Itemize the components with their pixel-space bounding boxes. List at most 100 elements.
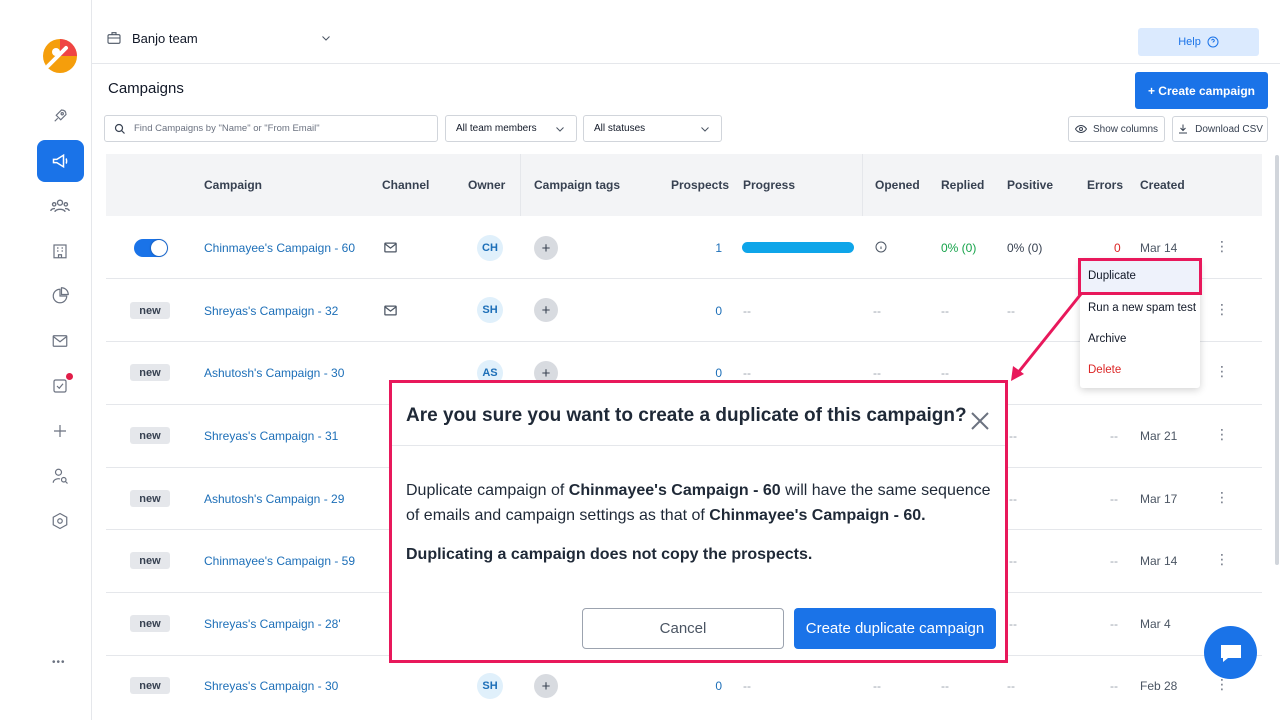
campaign-name-link[interactable]: Chinmayee's Campaign - 60 [204,241,355,255]
col-campaign[interactable]: Campaign [204,178,262,192]
col-tags[interactable]: Campaign tags [534,178,620,192]
prospects-count[interactable]: 0 [692,679,722,693]
col-channel[interactable]: Channel [382,178,429,192]
col-owner[interactable]: Owner [468,178,505,192]
col-progress[interactable]: Progress [743,178,795,192]
help-label: Help [1178,36,1201,48]
col-created[interactable]: Created [1140,178,1185,192]
campaign-name-link[interactable]: Shreyas's Campaign - 28' [204,617,341,631]
menu-item-archive[interactable]: Archive [1088,333,1126,345]
add-tag-button[interactable]: + [534,236,558,260]
col-prospects[interactable]: Prospects [671,178,729,192]
user-search-icon[interactable] [38,456,82,496]
dialog-body: Duplicate campaign of Chinmayee's Campai… [406,478,998,528]
progress-value: -- [743,679,751,693]
create-campaign-button[interactable]: + Create campaign [1135,72,1268,109]
row-actions-kebab[interactable]: ⋮ [1215,238,1229,255]
scrollbar[interactable] [1275,155,1279,565]
page-title: Campaigns [108,80,184,97]
cancel-button[interactable]: Cancel [582,608,784,649]
task-icon[interactable] [38,366,82,406]
campaign-name-link[interactable]: Ashutosh's Campaign - 30 [204,366,344,380]
positive-value: -- [1009,554,1017,568]
team-selector[interactable]: Banjo team [106,30,332,46]
col-replied[interactable]: Replied [941,178,984,192]
created-date: Mar 14 [1140,554,1178,568]
owner-avatar: CH [477,235,503,261]
notification-dot [66,373,73,380]
menu-item-delete[interactable]: Delete [1088,364,1121,376]
team-icon[interactable] [38,186,82,226]
progress-value: -- [743,304,751,318]
campaign-name-link[interactable]: Shreyas's Campaign - 30 [204,679,338,693]
pie-chart-icon[interactable] [38,276,82,316]
positive-value: -- [1009,429,1017,443]
status-filter[interactable]: All statuses [583,115,722,142]
errors-value: -- [1110,429,1118,443]
status-badge: new [130,490,170,507]
status-badge: new [130,615,170,632]
duplicate-confirm-dialog: Are you sure you want to create a duplic… [389,380,1008,663]
add-tag-button[interactable]: + [534,298,558,322]
prospects-count[interactable]: 0 [692,304,722,318]
campaign-name-link[interactable]: Ashutosh's Campaign - 29 [204,492,344,506]
positive-value: -- [1007,679,1015,693]
building-icon[interactable] [38,231,82,271]
chevron-down-icon [556,126,564,132]
campaign-name-link[interactable]: Shreyas's Campaign - 31 [204,429,338,443]
replied-value: -- [941,304,949,318]
plus-icon[interactable] [38,411,82,451]
opened-value: -- [873,366,881,380]
close-icon[interactable] [968,409,992,433]
col-errors[interactable]: Errors [1087,178,1123,192]
team-name: Banjo team [132,30,198,46]
campaign-toggle[interactable] [134,239,168,257]
row-actions-kebab[interactable]: ⋮ [1215,301,1229,318]
info-icon[interactable] [875,241,887,253]
dialog-campaign-name: Chinmayee's Campaign - 60 [568,482,781,499]
campaign-name-link[interactable]: Shreyas's Campaign - 32 [204,304,338,318]
search-input[interactable] [134,123,424,134]
help-circle-icon [1207,36,1219,48]
create-duplicate-button[interactable]: Create duplicate campaign [794,608,996,649]
row-actions-kebab[interactable]: ⋮ [1215,426,1229,443]
errors-value: -- [1110,679,1118,693]
row-actions-kebab[interactable]: ⋮ [1215,676,1229,693]
replied-value: -- [941,366,949,380]
app-logo[interactable] [42,38,78,74]
menu-item-spam-test[interactable]: Run a new spam test [1088,302,1196,314]
positive-value: -- [1009,617,1017,631]
created-date: Mar 21 [1140,429,1178,443]
col-opened[interactable]: Opened [875,178,920,192]
help-button[interactable]: Help [1138,28,1259,56]
megaphone-icon[interactable] [37,140,84,182]
status-badge: new [130,364,170,381]
chevron-down-icon [321,36,330,41]
row-actions-kebab[interactable]: ⋮ [1215,363,1229,380]
prospects-count[interactable]: 0 [692,366,722,380]
created-date: Mar 17 [1140,492,1178,506]
show-columns-label: Show columns [1092,123,1159,135]
mail-icon[interactable] [38,321,82,361]
team-members-filter[interactable]: All team members [445,115,577,142]
settings-hex-icon[interactable] [38,501,82,541]
chat-widget-button[interactable] [1204,626,1257,679]
prospects-count[interactable]: 1 [692,241,722,255]
status-badge: new [130,677,170,694]
created-date: Mar 14 [1140,241,1178,255]
download-icon [1179,124,1188,134]
more-menu-icon[interactable]: ••• [52,657,66,668]
download-csv-button[interactable]: Download CSV [1172,116,1268,142]
add-tag-button[interactable]: + [534,674,558,698]
search-box[interactable] [104,115,438,142]
show-columns-button[interactable]: Show columns [1068,116,1165,142]
search-icon [114,123,125,134]
chevron-down-icon [701,126,709,132]
rocket-icon[interactable] [38,96,82,136]
row-actions-kebab[interactable]: ⋮ [1215,551,1229,568]
errors-value: -- [1110,492,1118,506]
duplicate-highlight-box [1078,258,1202,295]
row-actions-kebab[interactable]: ⋮ [1215,489,1229,506]
campaign-name-link[interactable]: Chinmayee's Campaign - 59 [204,554,355,568]
col-positive[interactable]: Positive [1007,178,1053,192]
